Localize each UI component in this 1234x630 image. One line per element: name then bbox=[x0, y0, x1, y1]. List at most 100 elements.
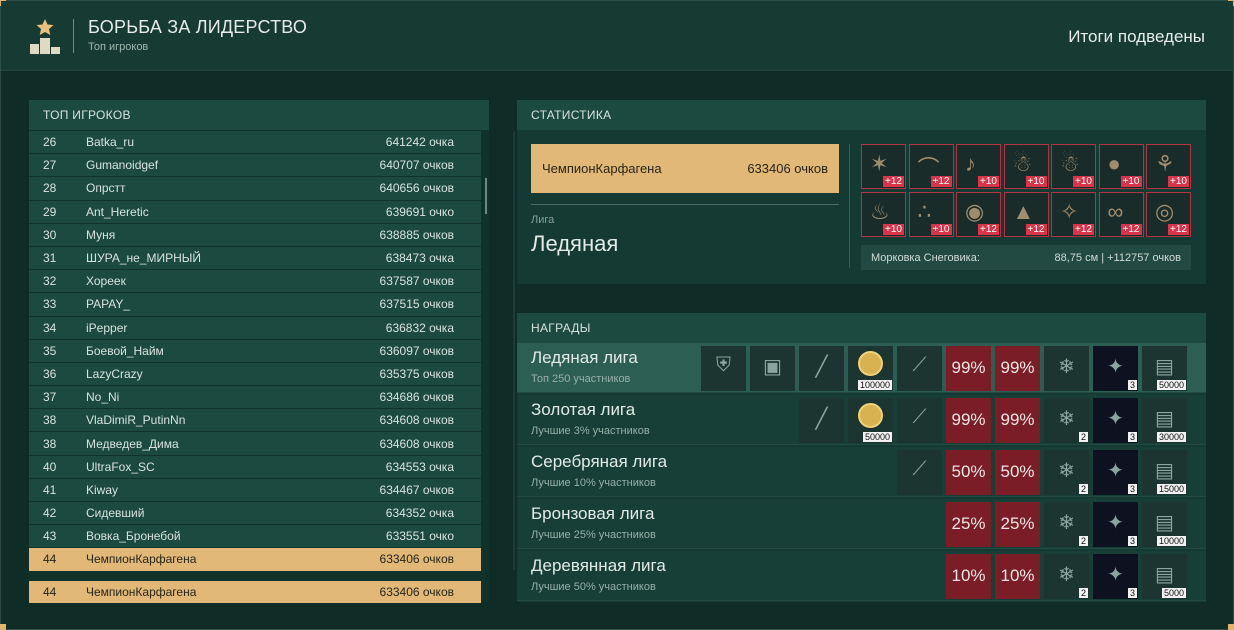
item-reward[interactable]: ⟋ bbox=[897, 346, 942, 391]
collected-item[interactable]: ▲ +12 bbox=[1003, 191, 1049, 237]
collected-items-grid: ✶ +12 ⌒ +12 ♪ +10 ☃ +10 ☃ +10 ● +10 ⚘ +10 ♨ +10 ∴ +10 ◉ +12… bbox=[861, 144, 1193, 238]
map-icon: ▤ bbox=[1155, 460, 1174, 482]
leaderboard-row[interactable]: 38 Медведев_Дима 634608 очков bbox=[29, 432, 481, 455]
league-label: Лига bbox=[531, 214, 555, 226]
crown-coin-icon bbox=[858, 351, 883, 376]
leaderboard-row[interactable]: 30 Муня 638885 очков bbox=[29, 223, 481, 246]
scrollbar-thumb[interactable] bbox=[485, 178, 487, 214]
item-reward[interactable]: ╱ bbox=[799, 398, 844, 443]
leaderboard-row[interactable]: 42 Сидевший 634352 очка bbox=[29, 502, 481, 525]
collected-item[interactable]: ∞ +12 bbox=[1098, 191, 1144, 237]
reward-tier-row[interactable]: Деревянная лига Лучшие 50% участников 10% 1… bbox=[517, 551, 1206, 601]
item-reward[interactable]: ▤ 30000 bbox=[1142, 398, 1187, 443]
item-reward[interactable]: ▤ 5000 bbox=[1142, 554, 1187, 599]
item-reward[interactable]: ╱ bbox=[799, 346, 844, 391]
booster-reward[interactable]: 10% bbox=[946, 554, 991, 599]
booster-reward[interactable]: 50% bbox=[946, 450, 991, 495]
item-reward[interactable]: ⛨ bbox=[701, 346, 746, 391]
item-reward[interactable]: ✦ 3 bbox=[1093, 502, 1138, 547]
leaderboard-row[interactable]: 31 ШУРА_не_МИРНЫЙ 638473 очка bbox=[29, 246, 481, 270]
tier-name: Золотая лига bbox=[531, 400, 636, 419]
booster-reward[interactable]: 99% bbox=[995, 398, 1040, 443]
collected-item[interactable]: ● +10 bbox=[1098, 144, 1144, 189]
item-reward[interactable]: ❄ 2 bbox=[1044, 450, 1089, 495]
booster-reward[interactable]: 50% bbox=[995, 450, 1040, 495]
collected-item[interactable]: ⚘ +10 bbox=[1146, 144, 1191, 189]
tier-name: Серебряная лига bbox=[531, 452, 668, 471]
item-reward[interactable]: ▤ 50000 bbox=[1142, 346, 1187, 391]
collected-item[interactable]: ☃ +10 bbox=[1003, 144, 1049, 189]
item-reward[interactable]: ▤ 10000 bbox=[1142, 502, 1187, 547]
reward-tier-row[interactable]: Серебряная лига Лучшие 10% участников ⟋ 50%… bbox=[517, 447, 1206, 497]
player-points: 633406 очков bbox=[379, 585, 454, 600]
player-points: 638885 очков bbox=[379, 227, 454, 242]
leaderboard-list[interactable]: 26 Batka_ru 641242 очка 27 Gumanoidgef 640707… bbox=[29, 131, 481, 572]
item-reward[interactable]: ❄ 2 bbox=[1044, 398, 1089, 443]
booster-reward[interactable]: 25% bbox=[995, 502, 1040, 547]
collected-item[interactable]: ⌒ +12 bbox=[908, 144, 954, 189]
booster-reward[interactable]: 99% bbox=[946, 346, 991, 391]
leaderboard-row[interactable]: 33 PAPAY_ 637515 очков bbox=[29, 293, 481, 316]
item-reward[interactable]: 100000 bbox=[848, 346, 893, 391]
rifle-icon: ╱ bbox=[815, 408, 828, 430]
collected-item[interactable]: ☃ +10 bbox=[1051, 144, 1096, 189]
player-name: PAPAY_ bbox=[86, 297, 131, 312]
tier-requirement: Лучшие 50% участников bbox=[531, 581, 656, 593]
item-reward[interactable]: ❄ 2 bbox=[1044, 554, 1089, 599]
item-reward[interactable]: ❄ 2 bbox=[1044, 502, 1089, 547]
leaderboard-row[interactable]: 26 Batka_ru 641242 очка bbox=[29, 131, 481, 154]
collected-item[interactable]: ∴ +10 bbox=[908, 191, 954, 237]
leaderboard-row[interactable]: 44 ЧемпионКарфагена 633406 очков bbox=[29, 548, 481, 571]
leaderboard-row[interactable]: 35 Боевой_Найм 636097 очков bbox=[29, 339, 481, 362]
ribbon-icon: ∞ bbox=[1107, 198, 1124, 224]
item-count-badge: +10 bbox=[930, 223, 952, 235]
knife-icon: ⟋ bbox=[912, 458, 927, 480]
player-name: Сидевший bbox=[86, 506, 145, 521]
leaderboard-row[interactable]: 34 iPepper 636832 очка bbox=[29, 316, 481, 339]
booster-reward[interactable]: 99% bbox=[995, 346, 1040, 391]
page-subtitle: Топ игроков bbox=[88, 41, 149, 53]
rank-number: 34 bbox=[43, 320, 57, 335]
item-reward[interactable]: 50000 bbox=[848, 398, 893, 443]
item-reward[interactable]: ❄ bbox=[1044, 346, 1089, 391]
item-reward[interactable]: ✦ 3 bbox=[1093, 346, 1138, 391]
collected-item[interactable]: ♨ +10 bbox=[861, 191, 906, 237]
booster-reward[interactable]: 99% bbox=[946, 398, 991, 443]
leaderboard-row[interactable]: 36 LazyCrazy 635375 очков bbox=[29, 362, 481, 386]
my-rank-row: 44 ЧемпионКарфагена 633406 очков bbox=[29, 581, 481, 604]
collected-item[interactable]: ♪ +10 bbox=[956, 144, 1001, 189]
item-reward[interactable]: ⟋ bbox=[897, 398, 942, 443]
item-reward[interactable]: ▤ 15000 bbox=[1142, 450, 1187, 495]
leaderboard-row[interactable]: 29 Ant_Heretic 639691 очко bbox=[29, 200, 481, 223]
collected-item[interactable]: ◎ +12 bbox=[1146, 191, 1191, 237]
player-card: ЧемпионКарфагена 633406 очков bbox=[531, 144, 839, 193]
booster-reward[interactable]: 10% bbox=[995, 554, 1040, 599]
leaderboard-scrollbar[interactable] bbox=[513, 131, 515, 570]
item-reward[interactable]: ▣ bbox=[750, 346, 795, 391]
rank-number: 29 bbox=[43, 204, 57, 219]
player-name: Gumanoidgef bbox=[86, 158, 159, 173]
corner-decor bbox=[0, 624, 6, 630]
leaderboard-row[interactable]: 32 Хореек 637587 очков bbox=[29, 270, 481, 293]
item-reward[interactable]: ✦ 3 bbox=[1093, 554, 1138, 599]
leaderboard-row[interactable]: 28 Опрстт 640656 очков bbox=[29, 177, 481, 200]
leaderboard-row[interactable]: 40 UltraFox_SC 634553 очка bbox=[29, 455, 481, 478]
item-reward[interactable]: ⟋ bbox=[897, 450, 942, 495]
collected-item[interactable]: ✶ +12 bbox=[861, 144, 906, 189]
item-reward[interactable]: ✦ 3 bbox=[1093, 450, 1138, 495]
player-name: VlaDimiR_PutinNn bbox=[86, 413, 186, 428]
reward-tier-row[interactable]: Золотая лига Лучшие 3% участников ╱ 50000 ⟋ 9… bbox=[517, 395, 1206, 445]
collected-item[interactable]: ◉ +12 bbox=[956, 191, 1001, 237]
leaderboard-row[interactable]: 27 Gumanoidgef 640707 очков bbox=[29, 154, 481, 177]
leaderboard-row[interactable]: 37 No_Ni 634686 очков bbox=[29, 386, 481, 409]
collected-item[interactable]: ✧ +12 bbox=[1051, 191, 1096, 237]
booster-reward[interactable]: 25% bbox=[946, 502, 991, 547]
tier-requirement: Лучшие 25% участников bbox=[531, 529, 656, 541]
leaderboard-row[interactable]: 43 Вовка_Бронебой 633551 очко bbox=[29, 525, 481, 548]
leaderboard-row[interactable]: 38 VlaDimiR_PutinNn 634608 очков bbox=[29, 409, 481, 432]
item-count-badge: +10 bbox=[883, 223, 904, 235]
reward-tier-row[interactable]: Бронзовая лига Лучшие 25% участников 25% 25… bbox=[517, 499, 1206, 549]
leaderboard-row[interactable]: 41 Kiway 634467 очков bbox=[29, 478, 481, 501]
reward-tier-row[interactable]: Ледяная лига Топ 250 участников ⛨ ▣ ╱ 100000 ⟋… bbox=[517, 343, 1206, 393]
item-reward[interactable]: ✦ 3 bbox=[1093, 398, 1138, 443]
